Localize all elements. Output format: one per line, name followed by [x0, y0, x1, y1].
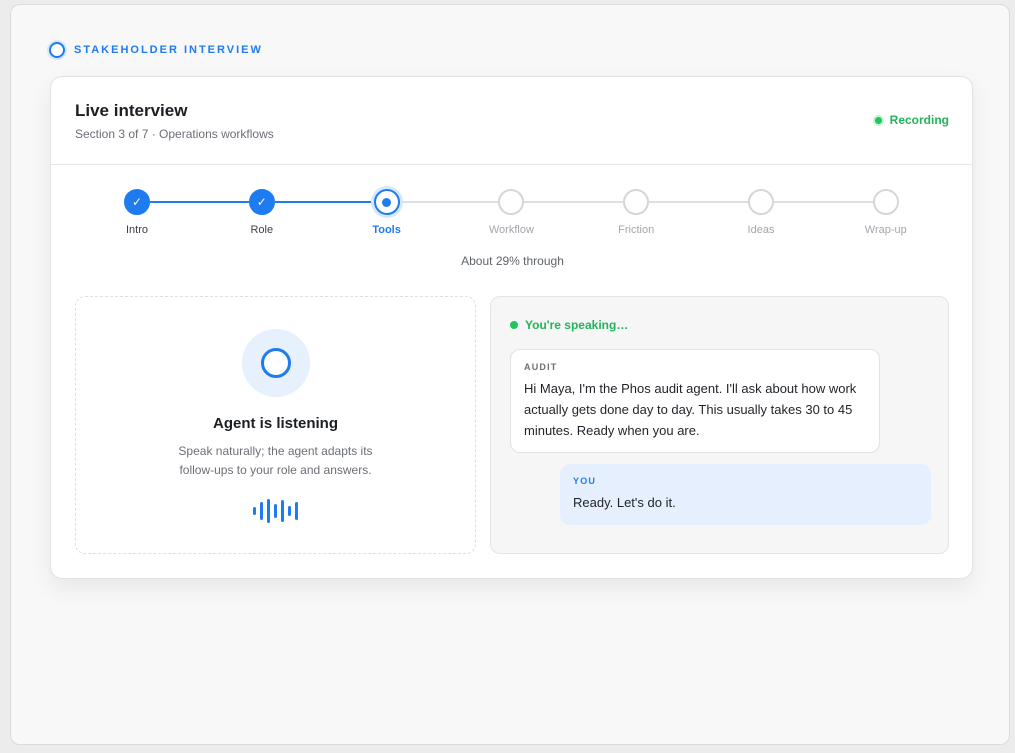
agent-message: AUDIT Hi Maya, I'm the Phos audit agent.… [510, 349, 880, 453]
step-friction: Friction [586, 189, 686, 236]
progress-stepper: ✓ Intro ✓ Role Tools Workflow Friction Ideas Wra… [51, 189, 974, 249]
speaking-dot-icon [510, 321, 518, 329]
message-text: Ready. Let's do it. [573, 495, 676, 510]
recording-status: Recording [872, 113, 949, 127]
step-wrap-up: Wrap-up [836, 189, 936, 236]
step-label: Intro [125, 224, 148, 236]
eyebrow-label: STAKEHOLDER INTERVIEW [74, 44, 263, 56]
step-workflow: Workflow [461, 189, 561, 236]
page-title: Live interview [75, 101, 188, 120]
step-label: Tools [372, 224, 401, 236]
step-intro: ✓ Intro [87, 189, 187, 236]
progress-text: About 29% through [461, 254, 564, 268]
pending-step-icon [498, 189, 525, 215]
section-eyebrow: STAKEHOLDER INTERVIEW [49, 42, 263, 58]
step-label: Role [250, 224, 274, 236]
listening-ring [260, 348, 291, 378]
pending-step-icon [872, 189, 899, 215]
recording-label: Recording [889, 113, 949, 127]
app-frame: STAKEHOLDER INTERVIEW Live interview Sec… [10, 4, 1010, 745]
pending-step-icon [748, 189, 774, 215]
check-icon: ✓ [124, 189, 150, 215]
step-label: Workflow [488, 224, 534, 236]
speaking-indicator: You're speaking… [510, 318, 628, 332]
step-ideas: Ideas [711, 189, 811, 236]
agent-panel: Agent is listening Speak naturally; the … [75, 296, 476, 554]
card-header: Live interview Section 3 of 7 · Operatio… [51, 77, 972, 165]
check-icon: ✓ [248, 189, 275, 215]
message-sender: YOU [573, 476, 597, 486]
user-message: YOU Ready. Let's do it. [560, 464, 931, 525]
recording-dot-icon [872, 114, 884, 126]
microphone-ring-icon [241, 329, 310, 397]
pending-step-icon [623, 189, 650, 215]
message-sender: AUDIT [524, 362, 558, 372]
agent-status-description: Speak naturally; the agent adapts its fo… [178, 444, 373, 477]
step-tools: Tools [337, 189, 437, 236]
current-step-icon [373, 189, 400, 215]
step-label: Friction [618, 224, 655, 236]
step-role: ✓ Role [212, 189, 312, 236]
ring-icon [49, 42, 65, 58]
message-text: Hi Maya, I'm the Phos audit agent. I'll … [524, 381, 857, 438]
speaking-label: You're speaking… [525, 318, 629, 332]
transcript-panel: You're speaking… AUDIT Hi Maya, I'm the … [490, 296, 949, 554]
step-label: Ideas [747, 224, 775, 236]
agent-status-title: Agent is listening [212, 415, 338, 432]
section-subtitle: Section 3 of 7 · Operations workflows [75, 127, 274, 141]
interview-card: Live interview Section 3 of 7 · Operatio… [50, 76, 973, 579]
audio-wave-icon [76, 498, 475, 524]
step-label: Wrap-up [864, 224, 907, 236]
